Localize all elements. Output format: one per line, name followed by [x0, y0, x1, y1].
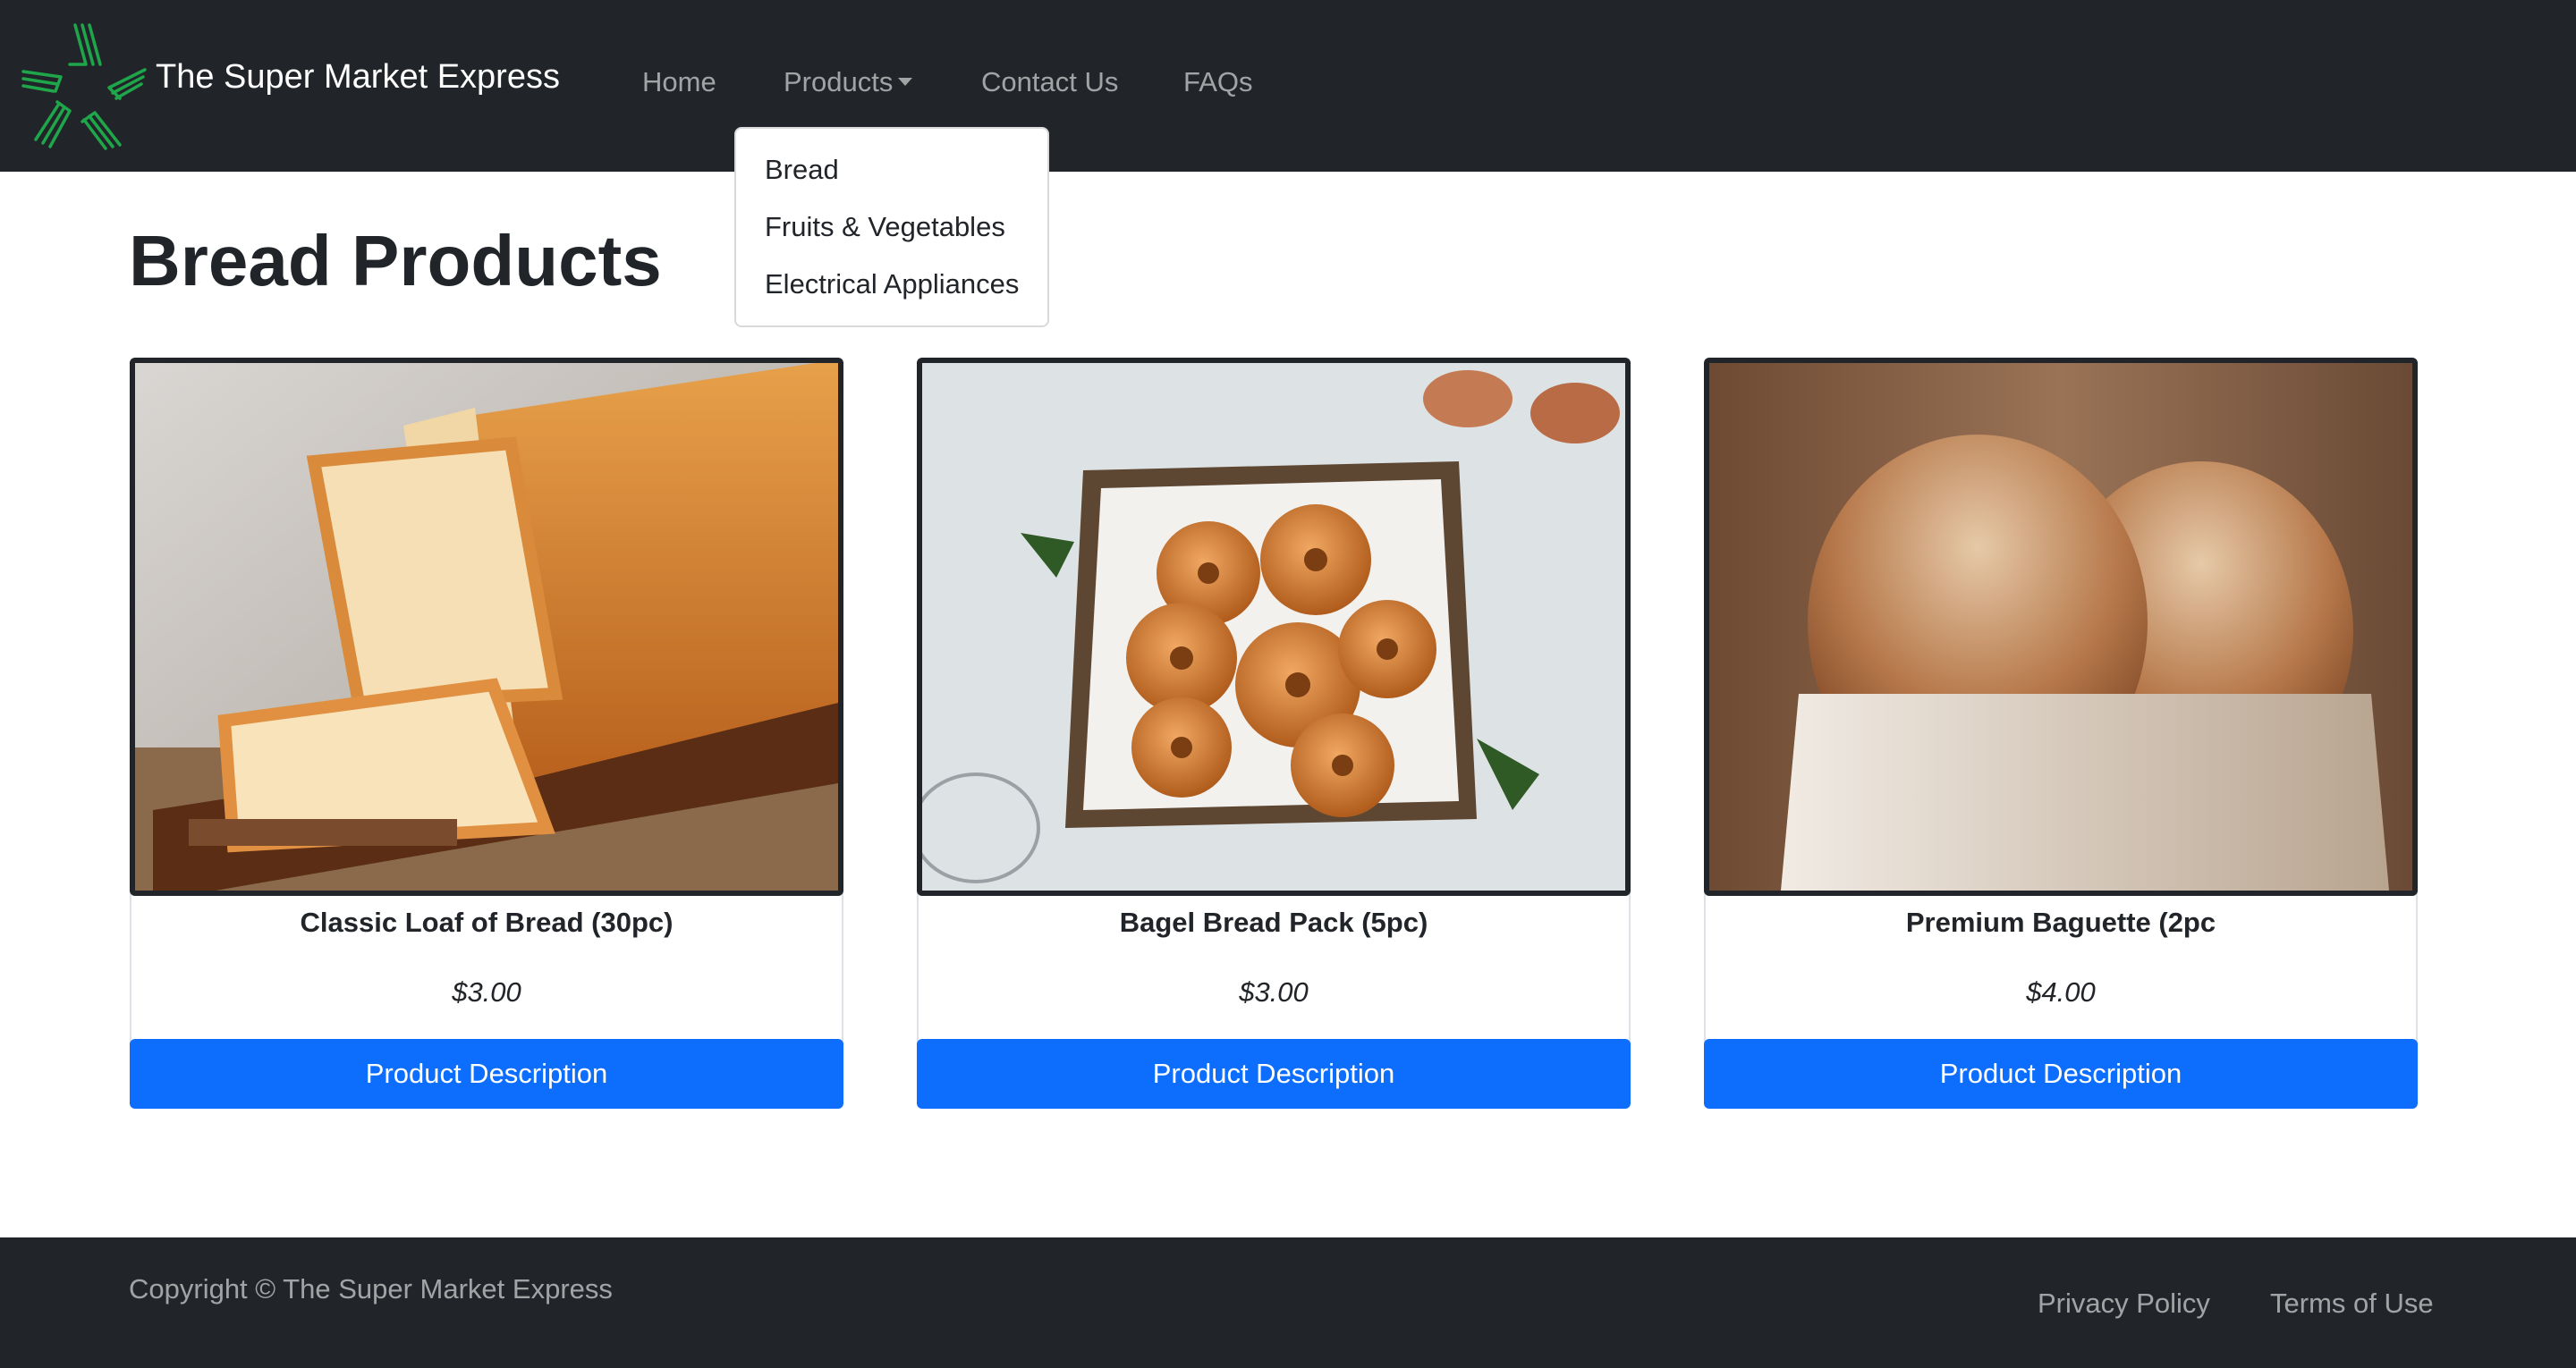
product-card: Bagel Bread Pack (5pc) $3.00 Product Des…: [917, 358, 1631, 1109]
caret-down-icon: [898, 78, 913, 86]
product-card: Premium Baguette (2pc $4.00 Product Desc…: [1704, 358, 2418, 1109]
top-navbar: The Super Market Express Home Products C…: [0, 0, 2576, 172]
green-star-logo-icon: [21, 23, 147, 150]
brand-link[interactable]: The Super Market Express: [20, 20, 560, 150]
bread-in-paper-bag-image: [1704, 358, 2418, 896]
nav-products-label: Products: [784, 66, 894, 97]
dropdown-item-electrical-appliances[interactable]: Electrical Appliances: [736, 268, 1047, 325]
page-title: Bread Products: [129, 221, 662, 300]
product-name: Bagel Bread Pack (5pc): [1119, 907, 1428, 938]
product-description-button[interactable]: Product Description: [917, 1039, 1631, 1109]
product-description-button[interactable]: Product Description: [130, 1039, 843, 1109]
product-name: Classic Loaf of Bread (30pc): [300, 907, 674, 938]
privacy-policy-link[interactable]: Privacy Policy: [2038, 1288, 2210, 1320]
dropdown-item-bread[interactable]: Bread: [736, 154, 1047, 211]
nav-products-dropdown-toggle[interactable]: Products: [784, 66, 913, 98]
bagels-in-basket-image: [917, 358, 1631, 896]
product-name: Premium Baguette (2pc: [1905, 907, 2216, 938]
nav-contact-link[interactable]: Contact Us: [981, 66, 1118, 98]
dropdown-item-fruits-vegetables[interactable]: Fruits & Vegetables: [736, 211, 1047, 268]
product-price: $4.00: [2026, 976, 2096, 1008]
product-description-button[interactable]: Product Description: [1704, 1039, 2418, 1109]
product-card: Classic Loaf of Bread (30pc) $3.00 Produ…: [130, 358, 843, 1109]
copyright-text: Copyright © The Super Market Express: [129, 1273, 613, 1305]
products-dropdown-menu: Bread Fruits & Vegetables Electrical App…: [734, 127, 1049, 327]
nav-home-link[interactable]: Home: [642, 66, 716, 98]
terms-of-use-link[interactable]: Terms of Use: [2270, 1288, 2434, 1320]
nav-faqs-link[interactable]: FAQs: [1183, 66, 1253, 98]
product-price: $3.00: [452, 976, 521, 1008]
page-footer: Copyright © The Super Market Express Pri…: [0, 1237, 2576, 1368]
product-price: $3.00: [1239, 976, 1309, 1008]
sliced-bread-loaf-image: [130, 358, 843, 896]
brand-name: The Super Market Express: [156, 57, 560, 96]
